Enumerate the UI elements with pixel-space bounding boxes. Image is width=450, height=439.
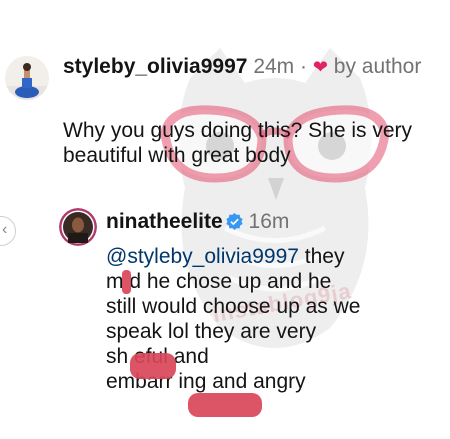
replier-username[interactable]: ninatheelite [106,210,223,233]
avatar-image [5,56,49,100]
commenter-username[interactable]: styleby_olivia9997 [63,55,247,78]
commenter-avatar[interactable] [5,56,49,100]
comment-header: styleby_olivia9997 24m · ❤ by author [63,54,423,80]
meta-separator: · [300,55,308,78]
reply-line-1-text: they [298,245,345,268]
avatar-image [59,208,97,246]
reply-time: 16m [248,210,290,233]
reply-line-3: still would choose up as we [106,295,361,318]
mention-link[interactable]: @styleby_olivia9997 [106,245,299,268]
reply-header: ninatheelite 16m [106,209,289,234]
liked-by-author-label: by author [333,55,422,78]
heart-icon: ❤ [312,57,328,77]
replier-avatar[interactable] [59,208,97,246]
reply-line-4: speak lol they are very [106,320,317,343]
reply-line-1: @styleby_olivia9997 they [106,244,426,269]
reply-line-2: m d he chose up and he [106,270,332,293]
comment-text: Why you guys doing this? She is very bea… [63,119,413,167]
previous-arrow-button[interactable]: ‹ [0,216,16,246]
verified-badge-icon [226,213,243,230]
redaction-mark-3 [188,393,262,417]
redaction-mark-1 [122,270,131,294]
comment-time: 24m [253,55,295,78]
redaction-mark-2 [130,353,176,379]
chevron-left-icon: ‹ [2,221,8,238]
